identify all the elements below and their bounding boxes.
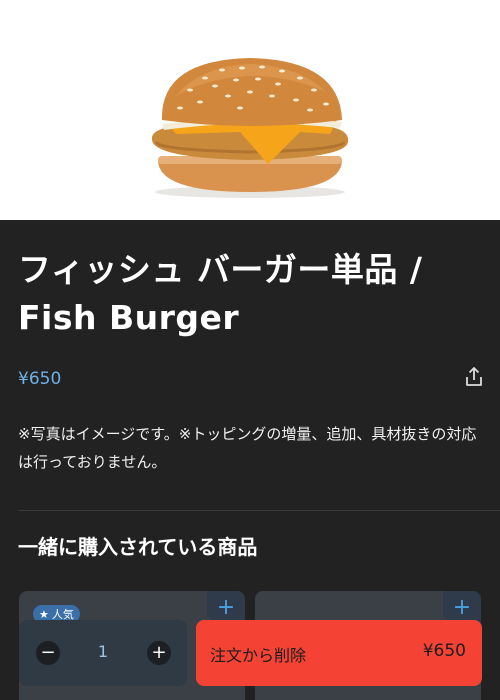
divider xyxy=(18,510,500,511)
quantity-stepper: − 1 + xyxy=(19,620,187,686)
quantity-value: 1 xyxy=(97,642,109,661)
add-to-cart-button[interactable]: + xyxy=(443,591,481,623)
product-price: ¥650 xyxy=(18,369,62,389)
increase-quantity-button[interactable]: + xyxy=(147,641,171,665)
decrease-quantity-button[interactable]: − xyxy=(36,641,60,665)
share-button[interactable] xyxy=(462,365,486,389)
product-description: ※写真はイメージです。※トッピングの増量、追加、具材抜きの対応は行っておりません… xyxy=(18,425,477,471)
page-title: フィッシュ バーガー単品 / Fish Burger xyxy=(18,250,423,337)
star-icon: ★ xyxy=(39,607,49,621)
remove-from-order-button[interactable]: 注文から削除 ¥650 xyxy=(196,620,482,686)
remove-label: 注文から削除 xyxy=(210,646,307,665)
add-to-cart-button[interactable]: + xyxy=(207,591,245,623)
product-image xyxy=(0,0,500,220)
related-section-title: 一緒に購入されている商品 xyxy=(18,535,258,559)
order-total: ¥650 xyxy=(422,641,466,661)
burger-image xyxy=(151,58,349,198)
share-icon xyxy=(466,367,482,386)
